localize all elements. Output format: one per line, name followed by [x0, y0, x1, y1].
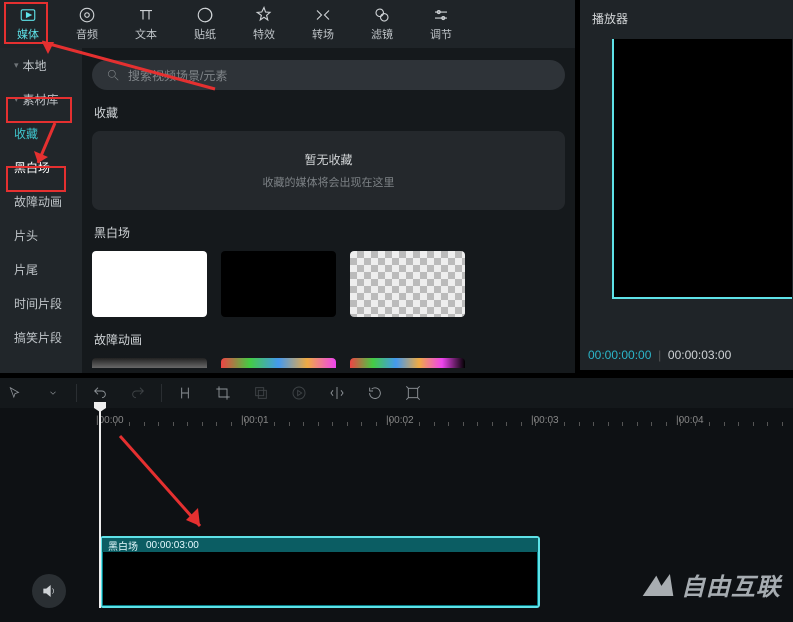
- thumb-glitch-3[interactable]: 00:01: [350, 358, 465, 368]
- crop-icon[interactable]: [214, 384, 232, 402]
- tab-label: 滤镜: [371, 26, 393, 42]
- tab-audio[interactable]: 音频: [65, 6, 109, 42]
- tab-label: 文本: [135, 26, 157, 42]
- timeline-toolbar: [0, 378, 793, 408]
- tab-label: 转场: [312, 26, 334, 42]
- section-glitch-title: 故障动画: [94, 331, 565, 348]
- playhead[interactable]: [99, 408, 101, 608]
- undo-icon[interactable]: [91, 384, 109, 402]
- clip-header: 黑白场 00:00:03:00: [102, 538, 538, 552]
- clip-name: 黑白场: [108, 538, 138, 553]
- mute-button[interactable]: [32, 574, 66, 608]
- watermark-text: 自由互联: [681, 567, 781, 602]
- redo-icon[interactable]: [129, 384, 147, 402]
- mirror-icon[interactable]: [328, 384, 346, 402]
- transform-icon[interactable]: [404, 384, 422, 402]
- sidebar-item-intro[interactable]: 片头: [0, 218, 82, 252]
- search-placeholder: 搜索视频场景/元素: [128, 67, 227, 84]
- watermark: 自由互联: [641, 567, 781, 602]
- preview-timecode: 00:00:00:00 | 00:00:03:00: [588, 348, 731, 362]
- effect-icon: [255, 6, 273, 24]
- favorite-empty-text: 暂无收藏: [92, 151, 565, 168]
- tab-media[interactable]: 媒体: [6, 6, 50, 42]
- timeline-ruler[interactable]: |00:00|00:01|00:02|00:03|00:04: [100, 408, 793, 426]
- total-time: 00:00:03:00: [668, 348, 731, 362]
- chevron-down-icon[interactable]: [44, 384, 62, 402]
- top-toolbar: 媒体 音频 文本 贴纸 特效 转场 滤镜 调节: [0, 0, 575, 48]
- sidebar-item-label: 故障动画: [14, 193, 62, 210]
- rotate-icon[interactable]: [366, 384, 384, 402]
- filter-icon: [373, 6, 391, 24]
- sidebar-item-library[interactable]: 素材库: [0, 82, 82, 116]
- thumb-black[interactable]: [221, 251, 336, 317]
- thumb-glitch-2[interactable]: 00:01: [221, 358, 336, 368]
- tab-adjust[interactable]: 调节: [419, 6, 463, 42]
- sidebar-item-label: 片头: [14, 227, 38, 244]
- sidebar-item-label: 黑白场: [14, 159, 50, 176]
- timeline-clip[interactable]: 黑白场 00:00:03:00: [100, 536, 540, 608]
- sidebar-item-outro[interactable]: 片尾: [0, 252, 82, 286]
- adjust-icon: [432, 6, 450, 24]
- tab-transition[interactable]: 转场: [301, 6, 345, 42]
- thumb-transparent[interactable]: [350, 251, 465, 317]
- sidebar-item-blackwhite[interactable]: 黑白场: [0, 150, 82, 184]
- thumb-white[interactable]: [92, 251, 207, 317]
- sidebar-item-glitch[interactable]: 故障动画: [0, 184, 82, 218]
- tab-label: 贴纸: [194, 26, 216, 42]
- preview-title: 播放器: [592, 10, 781, 27]
- sidebar-item-label: 时间片段: [14, 295, 62, 312]
- clip-body: [103, 552, 537, 605]
- sticker-icon: [196, 6, 214, 24]
- tab-effect[interactable]: 特效: [242, 6, 286, 42]
- transition-icon: [314, 6, 332, 24]
- tab-label: 媒体: [17, 26, 39, 42]
- tab-sticker[interactable]: 贴纸: [183, 6, 227, 42]
- section-bw-title: 黑白场: [94, 224, 565, 241]
- tab-filter[interactable]: 滤镜: [360, 6, 404, 42]
- sidebar: 本地 素材库 收藏 黑白场 故障动画 片头 片尾 时间片段 搞笑片段: [0, 48, 82, 373]
- tab-label: 特效: [253, 26, 275, 42]
- tab-label: 调节: [430, 26, 452, 42]
- sidebar-item-favorite[interactable]: 收藏: [0, 116, 82, 150]
- tab-label: 音频: [76, 26, 98, 42]
- sidebar-item-label: 素材库: [23, 91, 59, 108]
- search-input[interactable]: 搜索视频场景/元素: [92, 60, 565, 90]
- favorite-empty-box: 暂无收藏 收藏的媒体将会出现在这里: [92, 131, 565, 210]
- sidebar-item-label: 搞笑片段: [14, 329, 62, 346]
- favorite-hint: 收藏的媒体将会出现在这里: [92, 174, 565, 190]
- watermark-logo-icon: [641, 570, 675, 600]
- text-icon: [137, 6, 155, 24]
- sidebar-item-funny[interactable]: 搞笑片段: [0, 320, 82, 354]
- cut-icon[interactable]: [176, 384, 194, 402]
- sidebar-item-time[interactable]: 时间片段: [0, 286, 82, 320]
- glitch-thumbs: 00:01 00:01 00:01: [92, 358, 565, 368]
- select-tool[interactable]: [6, 384, 24, 402]
- mid-area: 本地 素材库 收藏 黑白场 故障动画 片头 片尾 时间片段 搞笑片段 搜索视频场…: [0, 48, 575, 373]
- media-icon: [19, 6, 37, 24]
- preview-panel: 播放器 00:00:00:00 | 00:00:03:00: [580, 0, 793, 370]
- clip-duration: 00:00:03:00: [146, 540, 199, 551]
- play-icon[interactable]: [290, 384, 308, 402]
- library-panel: 搜索视频场景/元素 收藏 暂无收藏 收藏的媒体将会出现在这里 黑白场 故障动画 …: [82, 48, 575, 373]
- current-time: 00:00:00:00: [588, 348, 651, 362]
- audio-icon: [78, 6, 96, 24]
- thumb-glitch-1[interactable]: 00:01: [92, 358, 207, 368]
- sidebar-item-label: 本地: [23, 57, 47, 74]
- section-favorite-title: 收藏: [94, 104, 565, 121]
- sidebar-item-local[interactable]: 本地: [0, 48, 82, 82]
- bw-thumbs: [92, 251, 565, 317]
- sidebar-item-label: 收藏: [14, 125, 38, 142]
- copy-icon[interactable]: [252, 384, 270, 402]
- sidebar-item-label: 片尾: [14, 261, 38, 278]
- tab-text[interactable]: 文本: [124, 6, 168, 42]
- preview-canvas[interactable]: [612, 39, 792, 299]
- search-icon: [106, 68, 120, 82]
